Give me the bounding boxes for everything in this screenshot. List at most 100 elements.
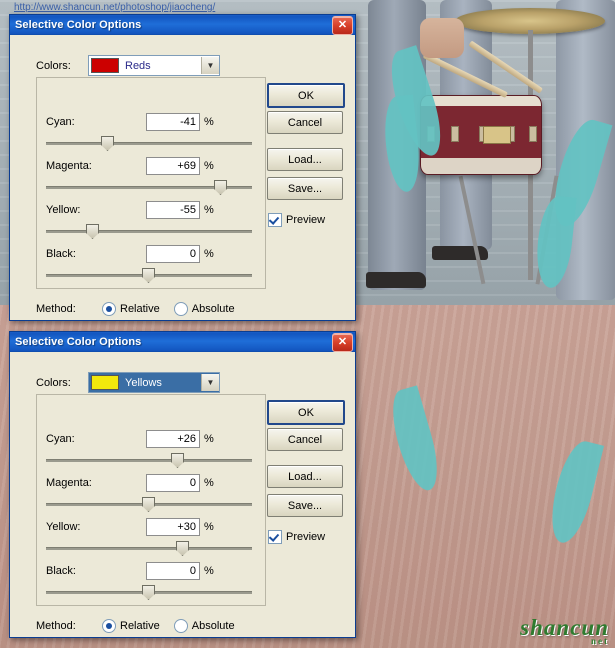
slider-thumb[interactable] <box>176 541 189 556</box>
dialog-1-cyan-label: Cyan: <box>46 116 75 128</box>
dialog-2-cyan-group: Cyan: +26 % <box>46 430 258 468</box>
dialog-2-load-button[interactable]: Load... <box>267 465 343 488</box>
dialog-1-preview-checkbox[interactable]: Preview <box>268 213 325 227</box>
dialog-1-colors-value: Reds <box>125 59 151 72</box>
dialog-1-method-relative-label: Relative <box>120 303 160 315</box>
radio-icon <box>173 619 188 633</box>
dialog-2-magenta-group: Magenta: 0 % <box>46 474 258 512</box>
dialog-1-yellow-slider[interactable] <box>46 224 252 239</box>
dialog-1-ok-button[interactable]: OK <box>267 83 345 108</box>
slider-track <box>46 142 252 145</box>
radio-icon <box>102 619 116 633</box>
slider-track <box>46 230 252 233</box>
dialog-2-black-unit: % <box>204 565 214 577</box>
dialog-2-colors-row: Colors: Yellows ▼ <box>36 372 266 393</box>
dialog-2-cyan-unit: % <box>204 433 214 445</box>
dialog-2-preview-label: Preview <box>286 531 326 543</box>
dialog-2-magenta-unit: % <box>204 477 214 489</box>
dialog-1-magenta-input[interactable]: +69 <box>146 157 200 175</box>
slider-thumb[interactable] <box>142 585 155 600</box>
shoe-left <box>366 272 426 288</box>
dialog-2-cyan-slider[interactable] <box>46 453 252 468</box>
slider-thumb[interactable] <box>142 268 155 283</box>
dialog-2-method-absolute[interactable]: Absolute <box>173 619 235 633</box>
chevron-down-icon[interactable]: ▼ <box>201 374 219 391</box>
dialog-1-title: Selective Color Options <box>15 19 142 31</box>
dialog-1-black-label: Black: <box>46 248 76 260</box>
checkbox-icon <box>268 213 282 227</box>
dialog-1-method-row: Method: Relative Absolute <box>36 302 235 316</box>
url-overlay: http://www.shancun.net/photoshop/jiaoche… <box>14 2 216 13</box>
dialog-1-black-slider[interactable] <box>46 268 252 283</box>
dialog-2-yellow-unit: % <box>204 521 214 533</box>
close-icon[interactable]: ✕ <box>332 15 353 35</box>
dialog-2-method-row: Method: Relative Absolute <box>36 619 235 633</box>
dialog-1-cyan-slider[interactable] <box>46 136 252 151</box>
dialog-2-method-relative-label: Relative <box>120 620 160 632</box>
radio-icon <box>173 302 188 316</box>
close-icon[interactable]: ✕ <box>332 332 353 352</box>
dialog-2-black-input[interactable]: 0 <box>146 562 200 580</box>
dialog-2-cyan-label: Cyan: <box>46 433 75 445</box>
dialog-1-colors-select[interactable]: Reds ▼ <box>88 55 220 76</box>
dialog-1-colors-swatch <box>91 58 119 73</box>
dialog-2-yellow-label: Yellow: <box>46 521 81 533</box>
dialog-2-method-relative[interactable]: Relative <box>102 619 160 633</box>
dialog-1-cyan-group: Cyan: -41 % <box>46 113 258 151</box>
dialog-1-magenta-slider[interactable] <box>46 180 252 195</box>
dialog-1-save-button[interactable]: Save... <box>267 177 343 200</box>
checkbox-icon <box>268 530 282 544</box>
dialog-1-titlebar[interactable]: Selective Color Options ✕ <box>10 15 355 35</box>
dialog-2-magenta-slider[interactable] <box>46 497 252 512</box>
dialog-1-method-absolute[interactable]: Absolute <box>173 302 235 316</box>
slider-thumb[interactable] <box>101 136 114 151</box>
slider-track <box>46 459 252 462</box>
dialog-1-cancel-button[interactable]: Cancel <box>267 111 343 134</box>
dialog-1-body: Colors: Reds ▼ Cyan: -41 % Magenta: +69 … <box>10 35 355 316</box>
dialog-1-yellow-unit: % <box>204 204 214 216</box>
dialog-2-colors-select[interactable]: Yellows ▼ <box>88 372 220 393</box>
dialog-2-cyan-input[interactable]: +26 <box>146 430 200 448</box>
dialog-2-colors-value: Yellows <box>125 376 162 389</box>
dialog-2-magenta-input[interactable]: 0 <box>146 474 200 492</box>
dialog-2-ok-button[interactable]: OK <box>267 400 345 425</box>
dialog-1-black-input[interactable]: 0 <box>146 245 200 263</box>
radio-icon <box>102 302 116 316</box>
dialog-2-method-label: Method: <box>36 620 76 632</box>
dialog-1-magenta-unit: % <box>204 160 214 172</box>
chevron-down-icon[interactable]: ▼ <box>201 57 219 74</box>
dialog-2-yellow-slider[interactable] <box>46 541 252 556</box>
dialog-1-colors-label: Colors: <box>36 59 71 72</box>
selective-color-dialog-2[interactable]: Selective Color Options ✕ Colors: Yellow… <box>9 331 356 638</box>
dialog-2-yellow-input[interactable]: +30 <box>146 518 200 536</box>
dialog-1-cyan-unit: % <box>204 116 214 128</box>
selective-color-dialog-1[interactable]: Selective Color Options ✕ Colors: Reds ▼… <box>9 14 356 321</box>
slider-thumb[interactable] <box>86 224 99 239</box>
dialog-2-save-button[interactable]: Save... <box>267 494 343 517</box>
dialog-1-method-label: Method: <box>36 303 76 315</box>
slider-track <box>46 547 252 550</box>
slider-thumb[interactable] <box>142 497 155 512</box>
slider-thumb[interactable] <box>171 453 184 468</box>
dialog-2-cancel-button[interactable]: Cancel <box>267 428 343 451</box>
dialog-2-method-absolute-label: Absolute <box>191 620 235 632</box>
hand <box>420 18 464 58</box>
slider-thumb[interactable] <box>214 180 227 195</box>
dialog-2-title: Selective Color Options <box>15 336 142 348</box>
dialog-2-colors-label: Colors: <box>36 376 71 389</box>
dialog-2-magenta-label: Magenta: <box>46 477 92 489</box>
dialog-2-black-label: Black: <box>46 565 76 577</box>
dialog-1-black-unit: % <box>204 248 214 260</box>
dialog-2-black-slider[interactable] <box>46 585 252 600</box>
dialog-2-body: Colors: Yellows ▼ Cyan: +26 % Magenta: 0… <box>10 352 355 633</box>
dialog-1-cyan-input[interactable]: -41 <box>146 113 200 131</box>
dialog-1-method-relative[interactable]: Relative <box>102 302 160 316</box>
dialog-1-black-group: Black: 0 % <box>46 245 258 283</box>
dialog-2-yellow-group: Yellow: +30 % <box>46 518 258 556</box>
dialog-1-load-button[interactable]: Load... <box>267 148 343 171</box>
dialog-1-magenta-label: Magenta: <box>46 160 92 172</box>
dialog-2-titlebar[interactable]: Selective Color Options ✕ <box>10 332 355 352</box>
dialog-1-yellow-input[interactable]: -55 <box>146 201 200 219</box>
dialog-2-preview-checkbox[interactable]: Preview <box>268 530 325 544</box>
dialog-1-preview-label: Preview <box>286 214 326 226</box>
